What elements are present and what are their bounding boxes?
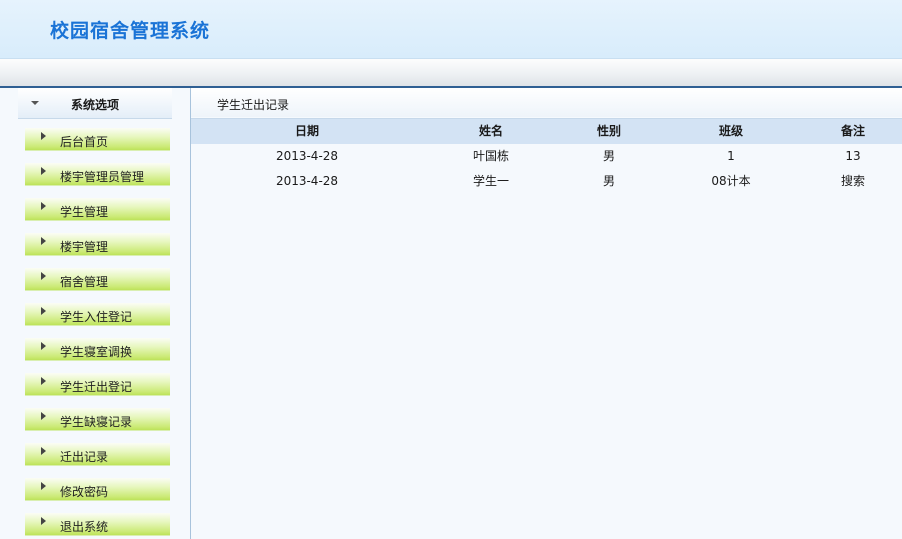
sidebar-item-label: 宿舍管理 xyxy=(60,275,109,289)
sidebar: 系统选项 后台首页 楼宇管理员管理 学生管理 楼宇管理 宿舍管理 学生入住登记 … xyxy=(0,88,191,539)
sidebar-item-absence[interactable]: 学生缺寝记录 xyxy=(25,408,170,431)
sidebar-header-label: 系统选项 xyxy=(71,98,120,112)
sidebar-item-label: 楼宇管理 xyxy=(60,240,109,254)
toolbar-bar xyxy=(0,59,902,88)
caret-right-icon xyxy=(41,237,46,245)
sidebar-item-logout[interactable]: 退出系统 xyxy=(25,513,170,536)
main-content: 学生迁出记录 日期 姓名 性别 班级 备注 2013-4-28 叶国栋 男 1 … xyxy=(191,88,902,539)
page-title: 学生迁出记录 xyxy=(217,98,290,112)
cell-gender: 男 xyxy=(602,149,615,163)
caret-right-icon xyxy=(41,377,46,385)
caret-right-icon xyxy=(41,272,46,280)
cell-class: 08计本 xyxy=(711,174,751,188)
cell-name: 叶国栋 xyxy=(472,149,509,163)
sidebar-item-checkin[interactable]: 学生入住登记 xyxy=(25,303,170,326)
sidebar-item-label: 学生迁出登记 xyxy=(60,380,133,394)
sidebar-item-label: 学生缺寝记录 xyxy=(60,415,133,429)
caret-right-icon xyxy=(41,447,46,455)
caret-down-icon xyxy=(31,101,39,105)
cell-date: 2013-4-28 xyxy=(275,174,339,188)
sidebar-item-label: 迁出记录 xyxy=(60,450,109,464)
cell-gender: 男 xyxy=(602,174,615,188)
caret-right-icon xyxy=(41,482,46,490)
column-header-date: 日期 xyxy=(294,124,319,138)
sidebar-item-building-admin[interactable]: 楼宇管理员管理 xyxy=(25,163,170,186)
sidebar-item-checkout[interactable]: 学生迁出登记 xyxy=(25,373,170,396)
sidebar-header[interactable]: 系统选项 xyxy=(18,88,172,119)
caret-right-icon xyxy=(41,517,46,525)
caret-right-icon xyxy=(41,307,46,315)
sidebar-item-dorms[interactable]: 宿舍管理 xyxy=(25,268,170,291)
table-header-row: 日期 姓名 性别 班级 备注 xyxy=(191,118,902,144)
cell-remark: 搜索 xyxy=(840,174,865,188)
sidebar-item-room-swap[interactable]: 学生寝室调换 xyxy=(25,338,170,361)
caret-right-icon xyxy=(41,132,46,140)
caret-right-icon xyxy=(41,342,46,350)
table-row: 2013-4-28 学生一 男 08计本 搜索 xyxy=(191,169,902,194)
sidebar-item-label: 学生管理 xyxy=(60,205,109,219)
sidebar-item-label: 学生入住登记 xyxy=(60,310,133,324)
sidebar-item-home[interactable]: 后台首页 xyxy=(25,128,170,151)
sidebar-item-label: 退出系统 xyxy=(60,520,109,534)
sidebar-item-label: 后台首页 xyxy=(60,135,109,149)
content-title-bar: 学生迁出记录 xyxy=(191,88,902,117)
records-table: 日期 姓名 性别 班级 备注 2013-4-28 叶国栋 男 1 13 2013… xyxy=(191,118,902,194)
caret-right-icon xyxy=(41,167,46,175)
sidebar-item-label: 学生寝室调换 xyxy=(60,345,133,359)
sidebar-item-checkout-records[interactable]: 迁出记录 xyxy=(25,443,170,466)
sidebar-item-students[interactable]: 学生管理 xyxy=(25,198,170,221)
column-header-gender: 性别 xyxy=(596,124,621,138)
app-header: 校园宿舍管理系统 xyxy=(0,0,902,59)
sidebar-item-label: 楼宇管理员管理 xyxy=(60,170,145,184)
caret-right-icon xyxy=(41,202,46,210)
caret-right-icon xyxy=(41,412,46,420)
cell-class: 1 xyxy=(727,149,735,163)
column-header-name: 姓名 xyxy=(478,124,503,138)
table-row: 2013-4-28 叶国栋 男 1 13 xyxy=(191,144,902,169)
cell-remark: 13 xyxy=(845,149,861,163)
app-title: 校园宿舍管理系统 xyxy=(50,20,211,42)
sidebar-item-buildings[interactable]: 楼宇管理 xyxy=(25,233,170,256)
cell-name: 学生一 xyxy=(472,174,509,188)
column-header-remark: 备注 xyxy=(840,124,865,138)
sidebar-item-label: 修改密码 xyxy=(60,485,109,499)
column-header-class: 班级 xyxy=(718,124,743,138)
sidebar-item-change-password[interactable]: 修改密码 xyxy=(25,478,170,501)
cell-date: 2013-4-28 xyxy=(275,149,339,163)
